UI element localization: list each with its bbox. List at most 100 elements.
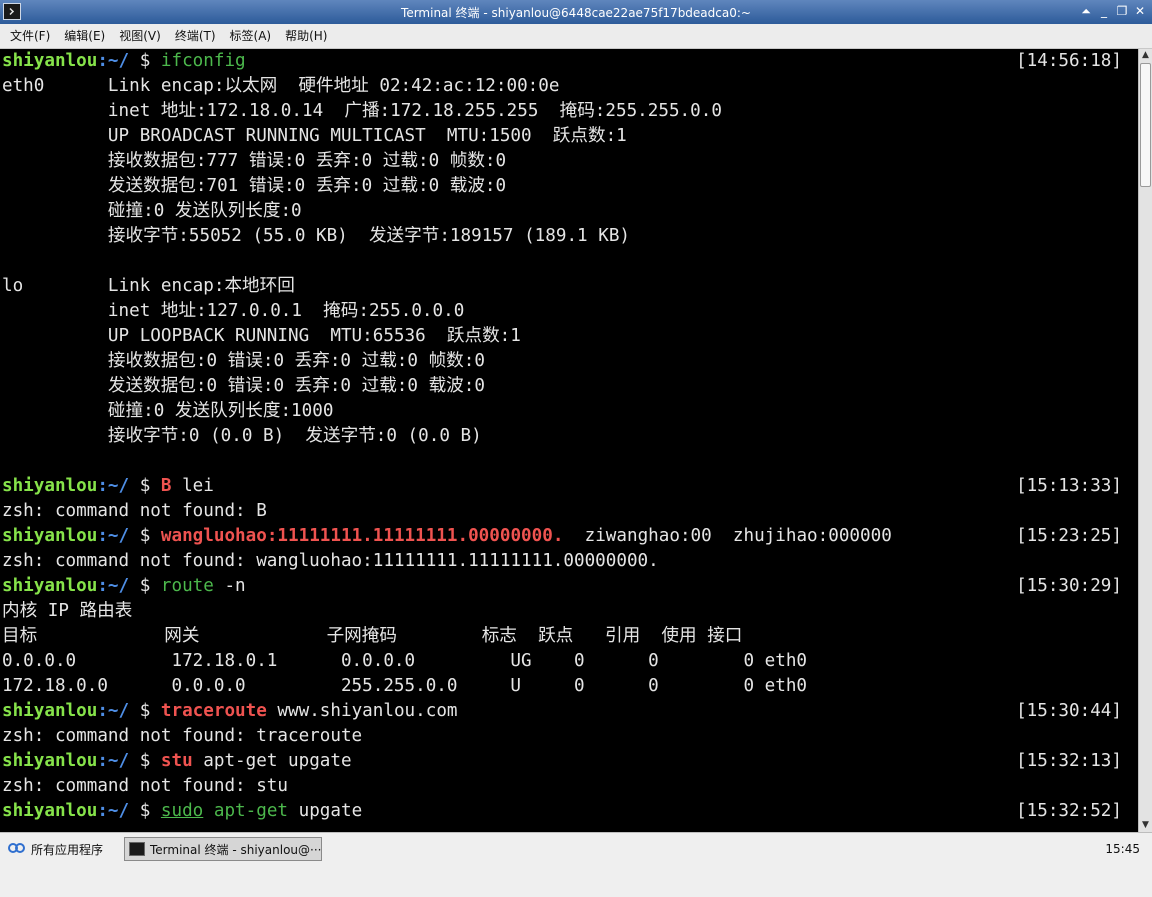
prompt-path: :~/ [97,801,130,821]
output-text: 发送数据包:0 错误:0 丢弃:0 过载:0 载波:0 [2,376,485,396]
command-arg: apt-get [203,801,289,821]
command-args: ziwanghao:00 zhujihao:000000 [563,526,892,546]
app-menu-icon [8,842,26,856]
prompt-symbol: $ [129,701,161,721]
prompt-user: shiyanlou [2,526,98,546]
window-controls: ⏶ _ ❐ ✕ [1078,3,1148,19]
prompt-line: shiyanlou:~/ $ B lei [15:13:33] [0,474,1138,499]
output-text: 接收数据包:777 错误:0 丢弃:0 过载:0 帧数:0 [2,151,507,171]
prompt-symbol: $ [129,751,161,771]
prompt-line: shiyanlou:~/ $ wangluohao:11111111.11111… [0,524,1138,549]
output-text: 内核 IP 路由表 [2,601,133,621]
prompt-user: shiyanlou [2,476,98,496]
output-text: 发送数据包:701 错误:0 丢弃:0 过载:0 载波:0 [2,176,507,196]
terminal-icon [129,842,145,856]
command-args: -n [213,576,246,596]
output-line: 接收数据包:777 错误:0 丢弃:0 过载:0 帧数:0 [0,149,1138,174]
menu-view[interactable]: 视图(V) [112,24,168,48]
app-menu-button[interactable]: 所有应用程序 [4,838,107,860]
prompt-line: shiyanlou:~/ $ sudo apt-get upgate [15:32… [0,799,1138,824]
prompt-path: :~/ [97,751,130,771]
prompt-user: shiyanlou [2,801,98,821]
output-line: inet 地址:172.18.0.14 广播:172.18.255.255 掩码… [0,99,1138,124]
taskbar-terminal-button[interactable]: Terminal 终端 - shiyanlou@··· [124,837,322,861]
prompt-path: :~/ [97,576,130,596]
output-line: UP BROADCAST RUNNING MULTICAST MTU:1500 … [0,124,1138,149]
command-name: ifconfig [160,51,246,71]
output-text: 接收字节:55052 (55.0 KB) 发送字节:189157 (189.1 … [2,226,630,246]
minimize-icon[interactable]: _ [1096,3,1112,19]
timestamp: [15:30:44] [1016,701,1122,721]
output-line: 碰撞:0 发送队列长度:1000 [0,399,1138,424]
command-args: lei [171,476,214,496]
output-line: 接收字节:55052 (55.0 KB) 发送字节:189157 (189.1 … [0,224,1138,249]
maximize-icon[interactable]: ❐ [1114,3,1130,19]
output-line: UP LOOPBACK RUNNING MTU:65536 跃点数:1 [0,324,1138,349]
vertical-scrollbar[interactable]: ▲ ▼ [1138,49,1152,832]
output-text: 172.18.0.0 0.0.0.0 255.255.0.0 U 0 0 0 e… [2,676,808,696]
menu-file[interactable]: 文件(F) [0,24,57,48]
output-text: 目标 网关 子网掩码 标志 跃点 引用 使用 接口 [2,626,743,646]
prompt-path: :~/ [97,476,130,496]
prompt-user: shiyanlou [2,51,98,71]
window-titlebar[interactable]: Terminal 终端 - shiyanlou@6448cae22ae75f17… [0,0,1152,24]
timestamp: [15:32:52] [1016,801,1122,821]
menu-tabs[interactable]: 标签(A) [223,24,279,48]
timestamp: [15:23:25] [1016,526,1122,546]
scroll-up-icon[interactable]: ▲ [1139,49,1152,62]
terminal-output[interactable]: shiyanlou:~/ $ ifconfig [14:56:18] eth0 Li… [0,49,1138,832]
close-icon[interactable]: ✕ [1132,3,1148,19]
menubar: 文件(F) 编辑(E) 视图(V) 终端(T) 标签(A) 帮助(H) [0,24,1152,49]
output-text: zsh: command not found: stu [2,776,288,796]
taskbar-terminal-label: Terminal 终端 - shiyanlou@··· [150,842,322,857]
prompt-symbol: $ [129,801,161,821]
output-line: zsh: command not found: wangluohao:11111… [0,549,1138,574]
prompt-user: shiyanlou [2,701,98,721]
menu-edit[interactable]: 编辑(E) [57,24,112,48]
output-text: inet 地址:127.0.0.1 掩码:255.0.0.0 [2,301,465,321]
scroll-down-icon[interactable]: ▼ [1139,819,1152,832]
menu-help[interactable]: 帮助(H) [278,24,334,48]
window-title: Terminal 终端 - shiyanlou@6448cae22ae75f17… [401,6,751,20]
prompt-path: :~/ [97,701,130,721]
menu-terminal[interactable]: 终端(T) [168,24,223,48]
output-line: 发送数据包:701 错误:0 丢弃:0 过载:0 载波:0 [0,174,1138,199]
output-text: 0.0.0.0 172.18.0.1 0.0.0.0 UG 0 0 0 eth0 [2,651,808,671]
output-text: eth0 Link encap:以太网 硬件地址 02:42:ac:12:00:… [2,76,560,96]
prompt-line: shiyanlou:~/ $ route -n [15:30:29] [0,574,1138,599]
output-text: 接收字节:0 (0.0 B) 发送字节:0 (0.0 B) [2,426,482,446]
output-line: 接收数据包:0 错误:0 丢弃:0 过载:0 帧数:0 [0,349,1138,374]
output-text: lo Link encap:本地环回 [2,276,295,296]
command-name: route [160,576,214,596]
command-args: www.shiyanlou.com [266,701,458,721]
prompt-line: shiyanlou:~/ $ traceroute www.shiyanlou.… [0,699,1138,724]
output-line: eth0 Link encap:以太网 硬件地址 02:42:ac:12:00:… [0,74,1138,99]
output-line: 接收字节:0 (0.0 B) 发送字节:0 (0.0 B) [0,424,1138,449]
output-line: 发送数据包:0 错误:0 丢弃:0 过载:0 载波:0 [0,374,1138,399]
output-text: zsh: command not found: traceroute [2,726,363,746]
app-menu-label: 所有应用程序 [31,842,104,857]
output-line: inet 地址:127.0.0.1 掩码:255.0.0.0 [0,299,1138,324]
prompt-symbol: $ [129,51,161,71]
output-text: 碰撞:0 发送队列长度:1000 [2,401,334,421]
command-args: upgate [288,801,363,821]
output-line: 0.0.0.0 172.18.0.1 0.0.0.0 UG 0 0 0 eth0 [0,649,1138,674]
taskbar: 所有应用程序 Terminal 终端 - shiyanlou@··· 15:45 [0,832,1152,897]
prompt-symbol: $ [129,476,161,496]
output-line: 碰撞:0 发送队列长度:0 [0,199,1138,224]
command-args: apt-get upgate [192,751,352,771]
scrollbar-thumb[interactable] [1140,63,1151,187]
output-text: zsh: command not found: B [2,501,267,521]
shade-icon[interactable]: ⏶ [1078,3,1094,19]
timestamp: [15:13:33] [1016,476,1122,496]
timestamp: [15:32:13] [1016,751,1122,771]
prompt-user: shiyanlou [2,751,98,771]
prompt-user: shiyanlou [2,576,98,596]
prompt-path: :~/ [97,526,130,546]
timestamp: [14:56:18] [1016,51,1122,71]
command-name: traceroute [160,701,267,721]
output-text: UP BROADCAST RUNNING MULTICAST MTU:1500 … [2,126,627,146]
timestamp: [15:30:29] [1016,576,1122,596]
prompt-line: shiyanlou:~/ $ ifconfig [14:56:18] [0,49,1138,74]
